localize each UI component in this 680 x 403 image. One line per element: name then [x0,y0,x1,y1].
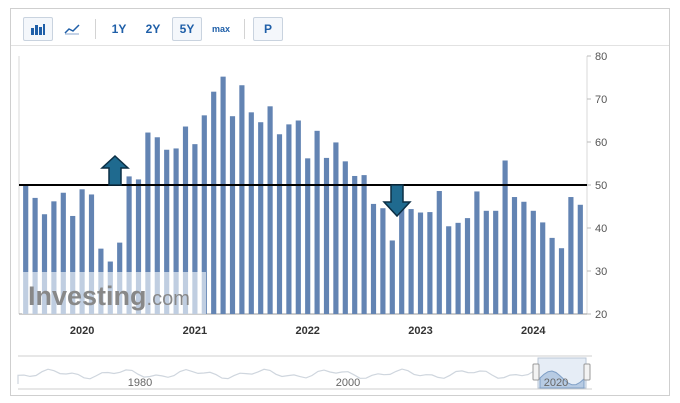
bar [370,203,377,314]
bar [464,218,471,314]
x-tick-label: 2024 [521,325,546,337]
bar [455,222,461,314]
y-tick-label: 50 [595,180,607,192]
bar [314,130,320,314]
bar [483,210,489,314]
navigator-right-handle [583,363,591,381]
pmi-bar-chart: 203040506070802020 2021 2022 2023 2024Invest… [17,51,607,390]
navigator-left-handle [532,363,540,381]
bar [474,191,480,314]
bar [220,76,226,314]
bar [361,175,367,314]
navigator-history-line [17,368,541,384]
x-tick-label: 2021 [183,325,207,337]
bar [540,222,546,314]
y-tick-label: 40 [595,223,607,235]
bar [380,208,386,314]
navigator-label: 2000 [336,377,360,389]
bar [399,203,405,314]
bar [436,191,442,314]
bar [323,157,330,314]
arrow-up-icon [100,154,130,186]
y-tick-label: 80 [595,51,607,63]
bar [239,85,245,315]
bar [568,197,574,314]
bar [267,106,273,314]
bar [258,122,264,314]
bar [446,226,452,314]
y-tick-label: 30 [595,266,607,278]
bar [229,116,236,314]
arrow-down-icon [382,184,412,218]
bar [276,134,283,314]
bar [333,142,339,314]
bar [389,240,395,314]
bar [427,212,433,314]
bar [511,197,518,314]
bar [211,91,217,314]
x-tick-label: 2020 [70,325,94,337]
bar [295,120,301,314]
bar [558,248,565,314]
bar [248,112,254,314]
bar [493,210,499,314]
x-tick-label: 2023 [408,325,432,337]
bar [408,209,414,314]
bar [417,212,424,314]
navigator-label: 2020 [544,377,568,389]
y-tick-label: 70 [595,94,607,106]
x-tick-label: 2022 [295,325,319,337]
bar [530,210,536,314]
bar [286,124,292,315]
y-tick-label: 60 [595,137,607,149]
bar [549,237,555,314]
bar [305,158,311,314]
bar [577,204,583,314]
navigator-label: 1980 [128,377,152,389]
bar [502,160,508,314]
bar [352,175,358,314]
y-tick-label: 20 [595,309,607,321]
bar [521,201,527,314]
